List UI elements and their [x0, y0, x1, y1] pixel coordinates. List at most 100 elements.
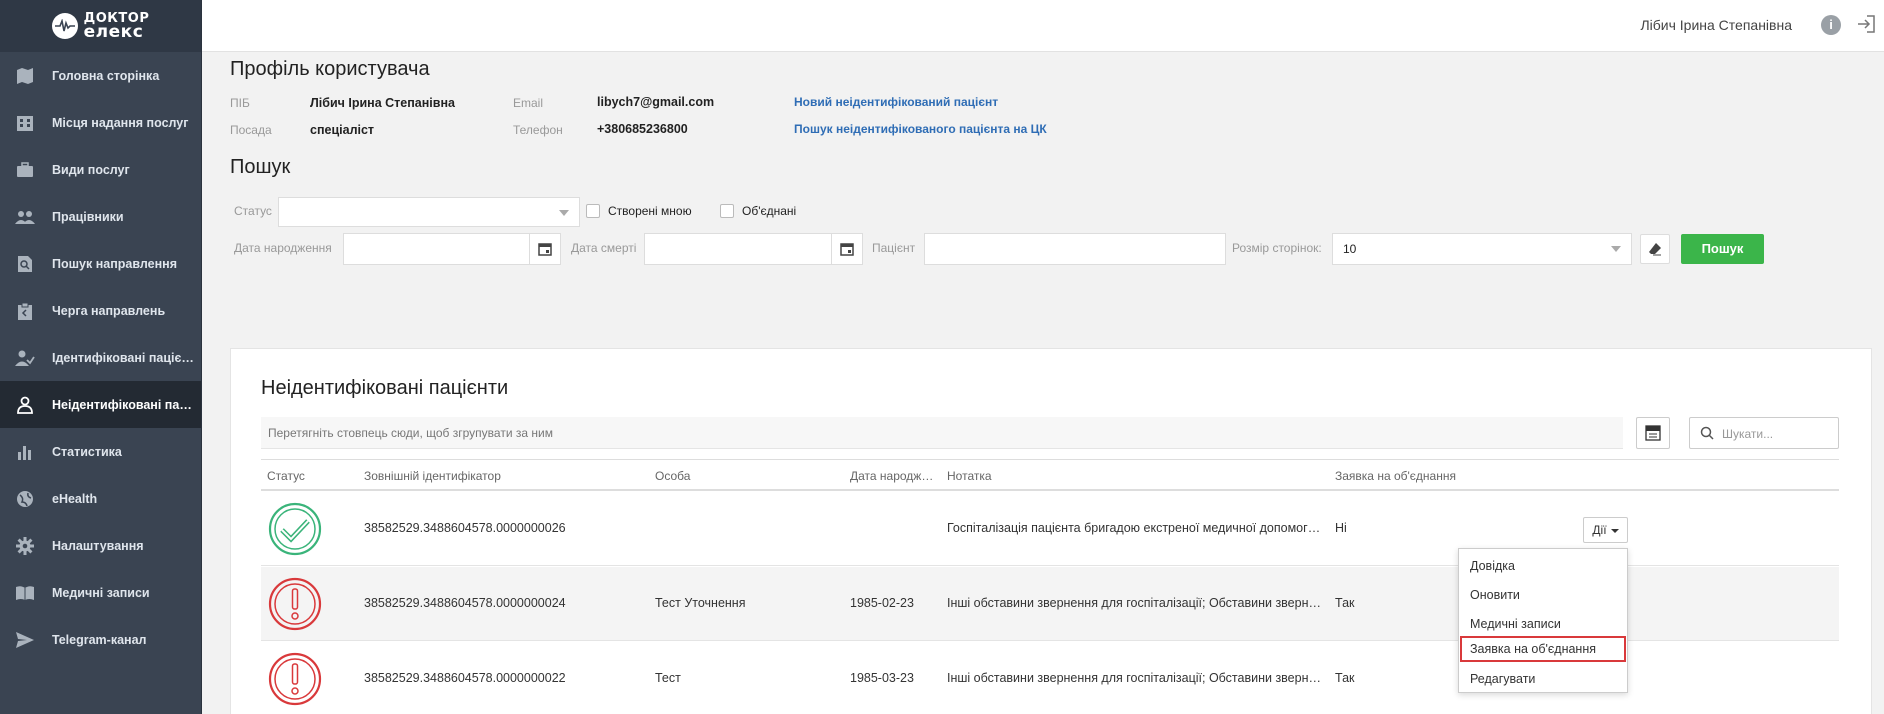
column-header-note[interactable]: Нотатка [947, 469, 1327, 483]
briefcase-icon [14, 160, 36, 180]
birth-date-input[interactable] [343, 233, 530, 265]
search-title: Пошук [230, 156, 291, 178]
clear-filters-button[interactable] [1640, 234, 1670, 264]
menu-item-merge-request[interactable]: Заявка на об'єднання [1460, 636, 1626, 662]
sidebar-item-referral-search[interactable]: Пошук направлення [0, 240, 201, 287]
cell-birth-date: 1985-03-23 [850, 671, 914, 685]
email-value: libych7@gmail.com [597, 95, 715, 109]
search-icon [1700, 426, 1714, 443]
cell-person: Тест Уточнення [655, 596, 746, 610]
alert-circle-icon [268, 652, 322, 706]
group-by-bar[interactable]: Перетягніть стовпець сюди, щоб згрупуват… [261, 417, 1623, 449]
sidebar-item-label: Медичні записи [52, 585, 150, 600]
new-unidentified-patient-link[interactable]: Новий неідентифікований пацієнт [794, 95, 998, 109]
sidebar-item-service-types[interactable]: Види послуг [0, 146, 201, 193]
cell-note: Інші обставини звернення для госпіталіза… [947, 671, 1327, 685]
menu-item-medical-records[interactable]: Медичні записи [1459, 610, 1629, 639]
person-icon [14, 395, 36, 415]
send-icon [14, 630, 36, 650]
pib-label: ПІБ [230, 96, 250, 110]
column-header-birth-date[interactable]: Дата народжен... [850, 469, 938, 483]
position-label: Посада [230, 123, 272, 137]
birth-date-label: Дата народження [234, 241, 332, 255]
caret-down-icon [1610, 528, 1619, 533]
patient-input[interactable] [924, 233, 1226, 265]
table-search-input[interactable]: Шукати... [1689, 417, 1839, 449]
sidebar-item-ehealth[interactable]: eHealth [0, 475, 201, 522]
sidebar-item-identified-patients[interactable]: Ідентифіковані пацієнти [0, 334, 201, 381]
user-check-icon [14, 348, 36, 368]
sidebar-item-label: Налаштування [52, 538, 144, 553]
sidebar-item-label: Пошук направлення [52, 256, 177, 271]
status-select[interactable] [278, 197, 580, 227]
sidebar-item-label: Telegram-канал [52, 632, 147, 647]
info-icon[interactable]: i [1821, 15, 1841, 35]
sidebar-item-label: eHealth [52, 491, 98, 506]
people-icon [14, 207, 36, 227]
sidebar-item-label: Види послуг [52, 162, 130, 177]
logout-icon[interactable] [1856, 14, 1876, 34]
sidebar-item-statistics[interactable]: Статистика [0, 428, 201, 475]
column-header-external-id[interactable]: Зовнішній ідентифікатор [364, 469, 634, 483]
created-by-me-checkbox[interactable] [586, 204, 600, 218]
menu-item-edit[interactable]: Редагувати [1459, 665, 1629, 694]
sidebar-item-telegram[interactable]: Telegram-канал [0, 616, 201, 663]
column-header-status[interactable]: Статус [267, 469, 347, 483]
sidebar-item-home[interactable]: Головна сторінка [0, 52, 201, 99]
sidebar-item-unidentified-patients[interactable]: Неідентифіковані паціє... [0, 381, 201, 428]
cell-external-id: 38582529.3488604578.0000000026 [364, 521, 566, 535]
sidebar-item-referral-queue[interactable]: Черга направлень [0, 287, 201, 334]
cell-merge-request: Ні [1335, 521, 1347, 535]
sidebar-item-workers[interactable]: Працівники [0, 193, 201, 240]
globe-icon [14, 489, 36, 509]
table-title: Неідентифіковані пацієнти [261, 377, 509, 399]
bar-chart-icon [14, 442, 36, 462]
eraser-icon [1649, 243, 1661, 256]
topbar: Лібич Ірина Степанівна i [202, 0, 1884, 52]
cell-merge-request: Так [1335, 596, 1355, 610]
sidebar-item-service-places[interactable]: Місця надання послуг [0, 99, 201, 146]
merged-label: Об'єднані [742, 204, 797, 218]
sidebar-item-settings[interactable]: Налаштування [0, 522, 201, 569]
search-placeholder: Шукати... [1722, 427, 1774, 441]
search-button[interactable]: Пошук [1681, 234, 1764, 264]
search-unidentified-patient-link[interactable]: Пошук неідентифікованого пацієнта на ЦК [794, 122, 1047, 136]
group-hint: Перетягніть стовпець сюди, щоб згрупуват… [268, 426, 553, 440]
sidebar-item-label: Місця надання послуг [52, 115, 189, 130]
page-size-value: 10 [1343, 242, 1357, 256]
actions-button[interactable]: Дії [1583, 517, 1628, 543]
calendar-icon[interactable] [529, 233, 561, 265]
death-date-input[interactable] [644, 233, 832, 265]
merged-checkbox[interactable] [720, 204, 734, 218]
cell-note: Госпіталізація пацієнта бригадою екстрен… [947, 521, 1327, 535]
map-icon [14, 66, 36, 86]
status-label: Статус [234, 204, 272, 218]
actions-menu: Довідка Оновити Медичні записи Заявка на… [1458, 548, 1628, 693]
pib-value: Лібич Ірина Степанівна [310, 96, 455, 110]
user-name[interactable]: Лібич Ірина Степанівна [1640, 17, 1792, 33]
death-date-label: Дата смерті [571, 241, 637, 255]
page-size-select[interactable]: 10 [1332, 233, 1632, 265]
alert-circle-icon [268, 577, 322, 631]
check-circle-icon [268, 502, 322, 556]
column-header-merge-request[interactable]: Заявка на об'єднання [1335, 469, 1535, 483]
sidebar-item-label: Працівники [52, 209, 124, 224]
book-icon [14, 583, 36, 603]
cell-person: Тест [655, 671, 681, 685]
column-header-person[interactable]: Особа [655, 469, 835, 483]
logo-pulse-icon [51, 13, 78, 39]
menu-item-refresh[interactable]: Оновити [1459, 581, 1629, 610]
export-excel-button[interactable] [1636, 417, 1670, 449]
menu-item-info[interactable]: Довідка [1459, 552, 1629, 581]
cell-external-id: 38582529.3488604578.0000000024 [364, 596, 566, 610]
calendar-icon[interactable] [831, 233, 863, 265]
sidebar-item-label: Черга направлень [52, 303, 166, 318]
gear-icon [14, 536, 36, 556]
logo[interactable]: ДОКТОР елекс [0, 0, 201, 52]
sidebar-item-medical-records[interactable]: Медичні записи [0, 569, 201, 616]
main-content: Профіль користувача ПІБ Лібич Ірина Степ… [202, 52, 1884, 714]
sidebar: ДОКТОР елекс Головна сторінка Місця нада… [0, 0, 202, 714]
cell-birth-date: 1985-02-23 [850, 596, 914, 610]
created-by-me-label: Створені мною [608, 204, 692, 218]
patient-label: Пацієнт [872, 241, 916, 255]
